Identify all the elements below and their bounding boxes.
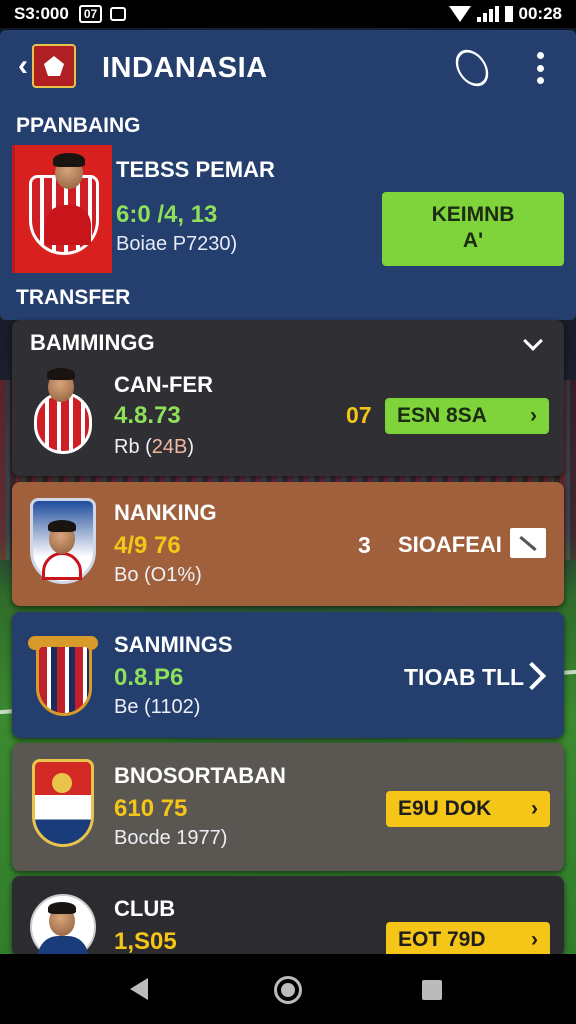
chevron-down-icon[interactable]: [523, 331, 543, 351]
player-stat: 4.8.73: [114, 402, 181, 429]
header-panel: ‹ INDANASIA PPANBAING TEBSS PEMAR 6:0 /4…: [0, 30, 576, 320]
player-stat: 0.8.P6: [114, 664, 184, 691]
player-sub: Rb (24B): [114, 436, 195, 458]
transfer-action-label[interactable]: SIOAFEAI: [398, 532, 502, 558]
expand-icon[interactable]: [510, 528, 546, 558]
card-group-title: BAMMINGG: [30, 330, 155, 355]
notification-icon: [110, 7, 127, 21]
player-avatar: [28, 368, 98, 458]
wifi-icon: [448, 6, 471, 22]
chevron-right-icon: ›: [530, 404, 537, 427]
featured-action-button[interactable]: KEIMNB A': [382, 192, 564, 266]
status-bar: S3:000 07 00:28: [0, 0, 576, 28]
nav-home-icon[interactable]: [274, 976, 302, 1004]
team-logo: [32, 44, 76, 88]
notification-badge: 07: [78, 5, 103, 23]
featured-action-sublabel: A': [462, 229, 484, 252]
player-card[interactable]: BNOSORTABAN 610 75 Bocde 1977) E9U DOK ›: [12, 743, 564, 871]
chevron-right-icon: ›: [531, 928, 538, 951]
featured-player-photo: [12, 145, 112, 273]
club-crest-icon: [28, 630, 98, 720]
status-time: S3:000: [14, 4, 69, 23]
player-name: SANMINGS: [114, 632, 233, 657]
featured-player-name: TEBSS PEMAR: [116, 157, 275, 182]
rugby-ball-icon[interactable]: [449, 43, 495, 93]
player-card[interactable]: NANKING 4/9 76 Bo (O1%) 3 SIOAFEAI: [12, 482, 564, 606]
transfer-action-button[interactable]: ESN 8SA ›: [385, 398, 549, 434]
app-title: INDANASIA: [102, 52, 268, 84]
section-title-top: PPANBAING: [16, 114, 141, 137]
featured-action-label: KEIMNB: [431, 203, 515, 226]
system-nav-bar: [0, 954, 576, 1024]
player-name: CAN-FER: [114, 372, 213, 397]
transfer-action-button[interactable]: EOT 79D ›: [386, 922, 550, 956]
nav-recents-icon[interactable]: [422, 980, 442, 1000]
player-stat: 610 75: [114, 795, 188, 822]
player-name: CLUB: [114, 896, 176, 921]
player-card[interactable]: CLUB 1,S05 EOT 79D ›: [12, 876, 564, 956]
player-sub: Bo (O1%): [114, 564, 202, 586]
player-avatar: [28, 894, 98, 956]
player-sub: Bocde 1977): [114, 827, 228, 849]
player-stat: 1,S05: [114, 928, 177, 955]
player-count: 3: [358, 532, 371, 558]
nav-back-icon[interactable]: [130, 978, 148, 1000]
transfer-action-label[interactable]: TIOAB TLL: [404, 664, 524, 691]
player-name: BNOSORTABAN: [114, 763, 286, 788]
featured-player-sub: Boiae P7230): [116, 233, 238, 255]
player-card[interactable]: BAMMINGG CAN-FER 4.8.73 Rb (24B) 07 ESN …: [12, 320, 564, 476]
battery-icon: [504, 6, 513, 22]
chevron-right-icon: ›: [531, 797, 538, 820]
player-card[interactable]: SANMINGS 0.8.P6 Be (1102) TIOAB TLL: [12, 612, 564, 738]
player-stat: 4/9 76: [114, 532, 181, 559]
club-crest-icon: [28, 759, 98, 849]
player-name: NANKING: [114, 500, 217, 525]
status-clock: 00:28: [518, 4, 562, 23]
player-count: 07: [346, 402, 372, 428]
transfer-action-button[interactable]: E9U DOK ›: [386, 791, 550, 827]
featured-player[interactable]: TEBSS PEMAR 6:0 /4, 13 Boiae P7230) KEIM…: [12, 145, 572, 273]
more-menu-icon[interactable]: [536, 52, 544, 84]
signal-icon: [476, 6, 499, 22]
player-sub: Be (1102): [114, 696, 201, 718]
top-app-bar: ‹ INDANASIA: [0, 30, 576, 104]
player-avatar: [28, 498, 98, 588]
section-title-transfer: TRANSFER: [16, 286, 131, 309]
featured-player-stat: 6:0 /4, 13: [116, 201, 218, 228]
